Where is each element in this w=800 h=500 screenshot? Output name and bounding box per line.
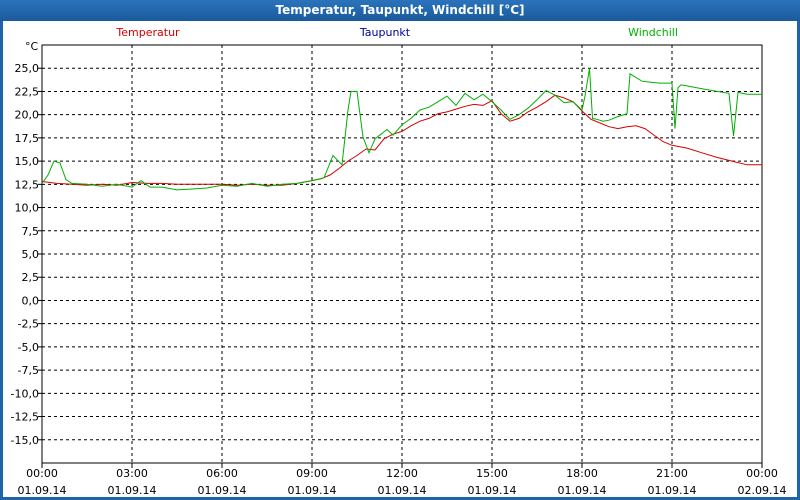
x-tick-date-label: 01.09.14	[468, 484, 517, 497]
x-tick-time-label: 18:00	[566, 467, 598, 480]
y-tick-label: 20,0	[15, 109, 40, 122]
legend-entry-taupunkt: Taupunkt	[359, 26, 411, 39]
legend-entry-temperatur: Temperatur	[115, 26, 180, 39]
y-unit-label: °C	[25, 40, 39, 53]
x-tick-time-label: 06:00	[206, 467, 238, 480]
y-tick-label: -7,5	[18, 364, 39, 377]
y-tick-label: -5,0	[18, 341, 39, 354]
y-tick-label: 2,5	[22, 271, 40, 284]
y-tick-label: -10,0	[11, 387, 39, 400]
y-tick-label: 0,0	[22, 294, 40, 307]
y-tick-label: 10,0	[15, 202, 40, 215]
x-tick-time-label: 15:00	[476, 467, 508, 480]
x-tick-time-label: 09:00	[296, 467, 328, 480]
y-tick-label: 22,5	[15, 85, 40, 98]
legend-entry-windchill: Windchill	[628, 26, 678, 39]
x-tick-date-label: 01.09.14	[378, 484, 427, 497]
y-tick-label: 7,5	[22, 225, 40, 238]
chart-svg: 25,0 22,5 20,0 17,5 15,0 12,5 10,0 7,5 5,0 2,5 0,0…	[11, 26, 787, 497]
x-tick-date-label: 01.09.14	[558, 484, 607, 497]
y-tick-label: -15,0	[11, 434, 39, 447]
window-title: Temperatur, Taupunkt, Windchill [°C]	[275, 3, 525, 17]
x-tick-date-label: 01.09.14	[198, 484, 247, 497]
y-tick-label: -12,5	[11, 411, 39, 424]
window-title-bar: Temperatur, Taupunkt, Windchill [°C]	[0, 0, 800, 21]
y-tick-label: 17,5	[15, 132, 40, 145]
y-tick-label: 12,5	[15, 178, 40, 191]
x-tick-time-label: 12:00	[386, 467, 418, 480]
x-tick-date-label: 01.09.14	[18, 484, 67, 497]
x-tick-date-label: 01.09.14	[648, 484, 697, 497]
x-tick-time-label: 21:00	[656, 467, 688, 480]
chart-panel: 25,0 22,5 20,0 17,5 15,0 12,5 10,0 7,5 5,0 2,5 0,0…	[3, 21, 797, 497]
x-tick-date-label: 01.09.14	[108, 484, 157, 497]
x-tick-time-label: 00:00	[26, 467, 58, 480]
x-tick-time-label: 00:00	[746, 467, 778, 480]
y-tick-label: 25,0	[15, 62, 40, 75]
y-tick-label: -2,5	[18, 318, 39, 331]
x-tick-date-label: 02.09.14	[738, 484, 787, 497]
x-tick-time-label: 03:00	[116, 467, 148, 480]
y-tick-label: 15,0	[15, 155, 40, 168]
y-tick-label: 5,0	[22, 248, 40, 261]
x-tick-date-label: 01.09.14	[288, 484, 337, 497]
